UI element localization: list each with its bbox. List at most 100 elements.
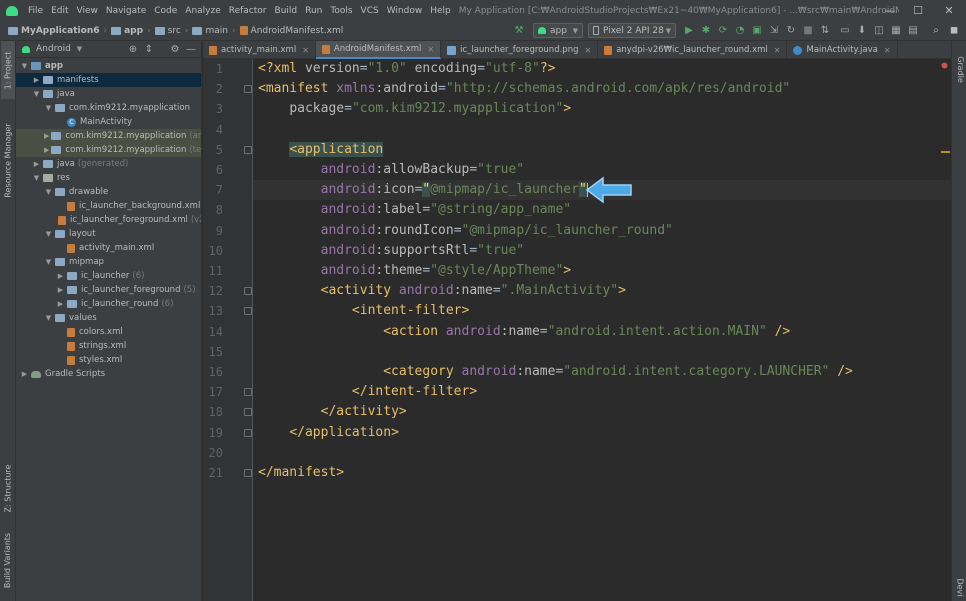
profile-icon[interactable]: ◔ xyxy=(733,22,747,39)
breadcrumb-file[interactable]: AndroidManifest.xml xyxy=(238,26,346,36)
sync-gradle-icon[interactable]: ⇅ xyxy=(818,22,832,39)
expanded-arrow-icon[interactable]: ▼ xyxy=(44,258,53,266)
menu-refactor[interactable]: Refactor xyxy=(225,6,271,16)
tree-item[interactable]: ▶ ic_launcher_round (6) xyxy=(16,297,201,311)
close-tab-icon[interactable]: ✕ xyxy=(427,45,434,54)
sdk-manager-icon[interactable]: ⬇ xyxy=(855,22,869,39)
code-line[interactable]: </manifest> xyxy=(258,463,344,483)
collapsed-arrow-icon[interactable]: ▶ xyxy=(44,146,49,154)
gradle-tab[interactable]: Gradle xyxy=(953,49,966,89)
close-window-button[interactable]: ✕ xyxy=(935,0,963,21)
menu-window[interactable]: Window xyxy=(383,6,427,16)
fold-marker-icon[interactable] xyxy=(244,388,252,397)
tree-item[interactable]: ▼ java xyxy=(16,87,201,101)
error-indicator-icon[interactable] xyxy=(941,62,948,69)
menu-code[interactable]: Code xyxy=(150,6,181,16)
code-line[interactable]: <category android:name="android.intent.c… xyxy=(258,362,853,382)
attach-debugger-icon[interactable]: ⇲ xyxy=(767,22,781,39)
code-line[interactable]: </activity> xyxy=(258,402,407,422)
chevron-down-icon[interactable]: ▼ xyxy=(77,45,82,53)
resource-manager-tab[interactable]: Resource Manager xyxy=(1,105,15,215)
close-tab-icon[interactable]: ✕ xyxy=(302,46,309,55)
tree-item[interactable]: ▼ mipmap xyxy=(16,255,201,269)
fold-marker-icon[interactable] xyxy=(244,85,252,94)
tree-item[interactable]: styles.xml xyxy=(16,353,201,367)
collapsed-arrow-icon[interactable]: ▶ xyxy=(20,370,29,378)
device-file-explorer-tab[interactable]: Devi xyxy=(953,573,966,601)
tree-item[interactable]: ▼ layout xyxy=(16,227,201,241)
fold-marker-icon[interactable] xyxy=(244,408,252,417)
run-config-select[interactable]: app ▼ xyxy=(533,23,583,38)
collapsed-arrow-icon[interactable]: ▶ xyxy=(44,132,49,140)
editor-tab[interactable]: AndroidManifest.xml ✕ xyxy=(315,41,442,59)
breadcrumb-project[interactable]: MyApplication6 xyxy=(6,26,102,36)
tree-item[interactable]: ▼ drawable xyxy=(16,185,201,199)
code-line[interactable]: <action android:name="android.intent.act… xyxy=(258,322,790,342)
tree-item[interactable]: ▼ com.kim9212.myapplication xyxy=(16,101,201,115)
hide-panel-icon[interactable]: — xyxy=(184,42,198,57)
editor-tab[interactable]: anydpi-v26₩ic_launcher_round.xml ✕ xyxy=(598,41,788,59)
code-line[interactable]: <?xml version="1.0" encoding="utf-8"?> xyxy=(258,59,555,79)
collapsed-arrow-icon[interactable]: ▶ xyxy=(56,272,65,280)
maximize-button[interactable]: ☐ xyxy=(904,0,932,21)
close-tab-icon[interactable]: ✕ xyxy=(774,46,781,55)
account-icon[interactable]: ◼ xyxy=(947,22,961,39)
code-line[interactable]: android:roundIcon="@mipmap/ic_launcher_r… xyxy=(258,221,673,241)
collapse-all-icon[interactable]: ⇕ xyxy=(142,42,156,57)
code-line[interactable]: <intent-filter> xyxy=(258,301,469,321)
code-line[interactable]: <manifest xmlns:android="http://schemas.… xyxy=(258,79,790,99)
code-line[interactable]: package="com.kim9212.myapplication"> xyxy=(258,99,571,119)
code-line[interactable]: </intent-filter> xyxy=(258,382,477,402)
tree-item[interactable]: ic_launcher_background.xml xyxy=(16,199,201,213)
tree-item[interactable]: ▼ app xyxy=(16,59,201,73)
menu-tools[interactable]: Tools xyxy=(326,6,356,16)
menu-file[interactable]: File xyxy=(24,6,47,16)
editor-tab[interactable]: ic_launcher_foreground.png ✕ xyxy=(441,41,599,59)
device-select[interactable]: Pixel 2 API 28 ▼ xyxy=(588,23,676,38)
code-line[interactable]: <application xyxy=(258,140,384,160)
tree-item[interactable]: C MainActivity xyxy=(16,115,201,129)
search-icon[interactable]: ⌕ xyxy=(929,22,943,39)
fold-marker-icon[interactable] xyxy=(244,145,252,154)
tree-item[interactable]: ▶ java (generated) xyxy=(16,157,201,171)
project-structure-icon[interactable]: ▦ xyxy=(889,22,903,39)
menu-help[interactable]: Help xyxy=(426,6,455,16)
menu-edit[interactable]: Edit xyxy=(47,6,72,16)
tree-item[interactable]: ▶ ic_launcher (6) xyxy=(16,269,201,283)
close-tab-icon[interactable]: ✕ xyxy=(884,46,891,55)
fold-marker-icon[interactable] xyxy=(244,307,252,316)
apply-changes-icon[interactable]: ⟳ xyxy=(716,22,730,39)
code-line[interactable]: android:icon="@mipmap/ic_launcher" xyxy=(258,180,588,200)
tree-item[interactable]: ▼ res xyxy=(16,171,201,185)
expanded-arrow-icon[interactable]: ▼ xyxy=(32,90,41,98)
fold-marker-icon[interactable] xyxy=(244,287,252,296)
menu-view[interactable]: View xyxy=(73,6,102,16)
fold-marker-icon[interactable] xyxy=(244,469,252,477)
code-line[interactable]: android:theme="@style/AppTheme"> xyxy=(258,261,571,281)
expanded-arrow-icon[interactable]: ▼ xyxy=(44,188,53,196)
debug-icon[interactable]: ✱ xyxy=(699,22,713,39)
close-tab-icon[interactable]: ✕ xyxy=(584,46,591,55)
hammer-build-icon[interactable]: ⚒ xyxy=(512,22,526,39)
code-line[interactable]: <activity android:name=".MainActivity"> xyxy=(258,281,626,301)
breadcrumb-app[interactable]: app xyxy=(109,26,145,36)
menu-vcs[interactable]: VCS xyxy=(357,6,383,16)
structure-tab[interactable]: Z: Structure xyxy=(1,453,15,523)
breadcrumb-main[interactable]: main xyxy=(190,26,230,36)
breadcrumb-src[interactable]: src xyxy=(153,26,183,36)
expanded-arrow-icon[interactable]: ▼ xyxy=(44,104,53,112)
editor-tab[interactable]: MainActivity.java ✕ xyxy=(787,41,898,59)
expanded-arrow-icon[interactable]: ▼ xyxy=(44,314,53,322)
fold-marker-icon[interactable] xyxy=(244,428,252,437)
device-file-icon[interactable]: ▤ xyxy=(906,22,920,39)
tree-item[interactable]: colors.xml xyxy=(16,325,201,339)
tree-item[interactable]: ▶ com.kim9212.myapplication(andro xyxy=(16,129,201,143)
menu-build[interactable]: Build xyxy=(271,6,302,16)
expanded-arrow-icon[interactable]: ▼ xyxy=(32,174,41,182)
collapsed-arrow-icon[interactable]: ▶ xyxy=(32,160,41,168)
editor-tab[interactable]: activity_main.xml ✕ xyxy=(203,41,316,59)
project-tool-tab[interactable]: 1: Project xyxy=(1,41,15,99)
code-editor[interactable]: 1 2 3 4 5 6 7 8 9 10 11 12 13 14 15 16 17 18 19 20 21 <?xml … xyxy=(203,59,951,601)
tree-item[interactable]: ▶ ic_launcher_foreground (5) xyxy=(16,283,201,297)
tree-item[interactable]: ▼ values xyxy=(16,311,201,325)
